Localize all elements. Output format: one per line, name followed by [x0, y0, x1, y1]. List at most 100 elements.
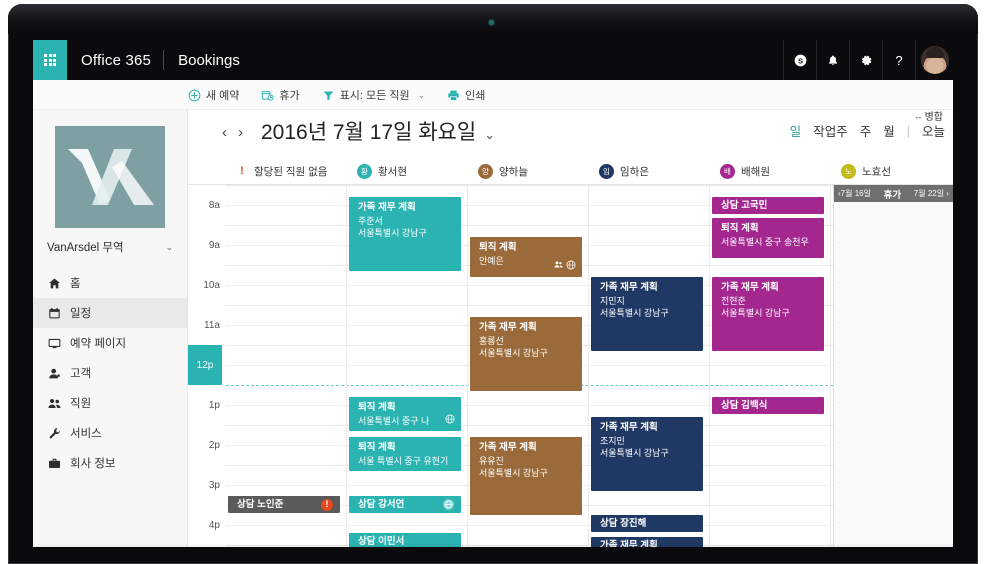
event-card[interactable]: 상담 노인준 ! [228, 496, 340, 513]
command-bar: 새 예약 휴가 표시: 모든 직원 ⌄ 인쇄 [33, 80, 953, 110]
chevron-down-icon: ⌄ [484, 127, 496, 142]
view-separator: | [906, 123, 910, 138]
event-card[interactable]: 가족 재무 계획 홍룡선 서울특별시 강남구 [470, 317, 582, 391]
staff-filter-dropdown[interactable]: 표시: 모든 직원 ⌄ [322, 87, 425, 103]
settings-icon[interactable] [849, 40, 882, 80]
suite-brand[interactable]: Office 365 [67, 52, 163, 69]
merge-arrows-icon: ↔ [913, 110, 923, 121]
event-card[interactable]: 퇴직 계획 서울특별시 중구 송천우 [712, 218, 824, 258]
calendar-date-text: 2016년 7월 17일 화요일 [261, 121, 477, 144]
event-card[interactable]: 가족 재무 계획 주준서 서울특별시 강남구 [349, 197, 461, 271]
app-launcher-icon[interactable] [33, 40, 67, 80]
screen: Office 365 Bookings S ? 새 예약 휴가 표시: 모든 직… [33, 40, 953, 547]
today-button[interactable]: 오늘 [922, 121, 945, 140]
time-off-label: 휴가 [279, 90, 300, 102]
staff-header-1[interactable]: 황 황서현 [347, 158, 468, 184]
column-staff-3[interactable] [589, 185, 710, 547]
wrench-icon [47, 427, 61, 440]
event-card[interactable]: 가족 재무 계획 조지민 서울특별시 강남구 [591, 417, 703, 491]
print-button[interactable]: 인쇄 [447, 87, 485, 103]
staff-header-3[interactable]: 임 임하은 [589, 158, 710, 184]
event-customer: 서울특별시 중구 송천우 [721, 236, 809, 247]
event-card[interactable]: 상담 강서연 [349, 496, 461, 513]
print-label: 인쇄 [465, 90, 486, 102]
event-title: 상담 노인준 [237, 499, 284, 510]
view-workweek-button[interactable]: 작업주 [813, 121, 848, 140]
time-label-2p: 2p [208, 439, 220, 451]
calendar-date-title[interactable]: 2016년 7월 17일 화요일 ⌄ [261, 116, 495, 146]
people-icon [47, 397, 61, 410]
staff-initial-chip: 배 [720, 163, 735, 179]
notifications-icon[interactable] [816, 40, 849, 80]
staff-header-4[interactable]: 배 배해원 [710, 158, 831, 184]
prev-day-button[interactable]: ‹ [222, 124, 227, 141]
sidebar-item-staff[interactable]: 직원 [33, 388, 187, 418]
sidebar-nav: 홈 일정 예약 페이지 고객 직원 서비스 회사 정보 [33, 268, 187, 478]
event-card[interactable]: 가족 재무 계획 전현준 서울특별시 강남구 [712, 277, 824, 351]
home-icon [47, 277, 61, 290]
globe-icon [445, 414, 455, 427]
briefcase-icon [47, 457, 61, 470]
help-icon[interactable]: ? [882, 40, 915, 80]
event-title: 상담 강서연 [358, 499, 405, 510]
sidebar-item-customers[interactable]: 고객 [33, 358, 187, 388]
view-day-button[interactable]: 일 [790, 121, 802, 140]
time-off-body[interactable] [834, 202, 953, 547]
staff-header-unassigned[interactable]: ! 할당된 직원 없음 [226, 158, 347, 184]
staff-name-2: 양하늘 [499, 165, 528, 178]
skype-icon[interactable]: S [783, 40, 816, 80]
time-off-header: ‹7월 16일 휴가 7월 22일 › [834, 185, 953, 202]
event-card[interactable]: 가족 재무 계획 지민지 서울특별시 강남구 [591, 277, 703, 351]
time-label-12p-current: 12p [188, 345, 222, 385]
column-unassigned[interactable] [226, 185, 347, 547]
sidebar-label-customers: 고객 [70, 368, 92, 380]
people-icon [554, 260, 563, 272]
staff-initial-chip: 양 [478, 163, 493, 179]
event-customer: 서울특별시 중구 나 [358, 415, 430, 426]
org-selector[interactable]: VanArsdel 무역 ⌄ [33, 228, 187, 266]
event-title: 상담 김백식 [721, 400, 768, 411]
time-off-title: 휴가 [883, 189, 902, 201]
sidebar-item-calendar[interactable]: 일정 [33, 298, 187, 328]
view-month-button[interactable]: 월 [883, 121, 895, 140]
sidebar-item-booking-page[interactable]: 예약 페이지 [33, 328, 187, 358]
event-location: 서울특별시 강남구 [721, 307, 790, 318]
event-title: 가족 재무 계획 [479, 322, 537, 333]
event-icons [554, 260, 576, 273]
event-title: 상담 고국민 [721, 200, 768, 211]
staff-name-4: 배해원 [741, 165, 770, 178]
user-avatar[interactable] [915, 40, 953, 80]
time-off-next-week[interactable]: 7월 22일 › [914, 188, 949, 199]
event-card[interactable]: 상담 김백식 [712, 397, 824, 414]
sidebar-item-business-info[interactable]: 회사 정보 [33, 448, 187, 478]
sidebar-label-calendar: 일정 [70, 308, 92, 320]
staff-header-5[interactable]: 노 노효선 [831, 158, 952, 184]
staff-name-unassigned: 할당된 직원 없음 [254, 165, 328, 178]
sidebar-item-services[interactable]: 서비스 [33, 418, 187, 448]
event-title: 가족 재무 계획 [600, 540, 658, 547]
event-location: 서울특별시 강남구 [479, 347, 548, 358]
event-card[interactable]: 퇴직 계획 안예은 [470, 237, 582, 277]
staff-initial-chip: 임 [599, 163, 614, 179]
event-card[interactable]: 상담 고국민 [712, 197, 824, 214]
suite-app-name[interactable]: Bookings [164, 52, 240, 69]
alert-icon: ! [240, 165, 244, 177]
new-booking-button[interactable]: 새 예약 [188, 87, 239, 103]
avatar-image [920, 46, 949, 74]
sidebar-item-home[interactable]: 홈 [33, 268, 187, 298]
staff-header-2[interactable]: 양 양하늘 [468, 158, 589, 184]
office-suite-bar: Office 365 Bookings S ? [33, 40, 953, 80]
view-week-button[interactable]: 주 [860, 121, 872, 140]
staff-name-5: 노효선 [862, 165, 891, 178]
event-card[interactable]: 퇴직 계획 서울특별시 중구 나 [349, 397, 461, 431]
event-card[interactable]: 퇴직 계획 서울 특별시 중구 유현기 [349, 437, 461, 471]
org-name: VanArsdel 무역 [47, 242, 124, 254]
event-card[interactable]: 상담 장진해 [591, 515, 703, 532]
event-card[interactable]: 상담 이민서 [349, 533, 461, 547]
event-title: 퇴직 계획 [358, 402, 396, 413]
event-card[interactable]: 가족 재무 계획 유유진 서울특별시 강남구 [470, 437, 582, 515]
time-off-prev-week[interactable]: ‹7월 16일 [838, 188, 871, 199]
next-day-button[interactable]: › [238, 124, 243, 141]
event-card[interactable]: 가족 재무 계획 [591, 537, 703, 547]
time-off-button[interactable]: 휴가 [261, 87, 300, 103]
